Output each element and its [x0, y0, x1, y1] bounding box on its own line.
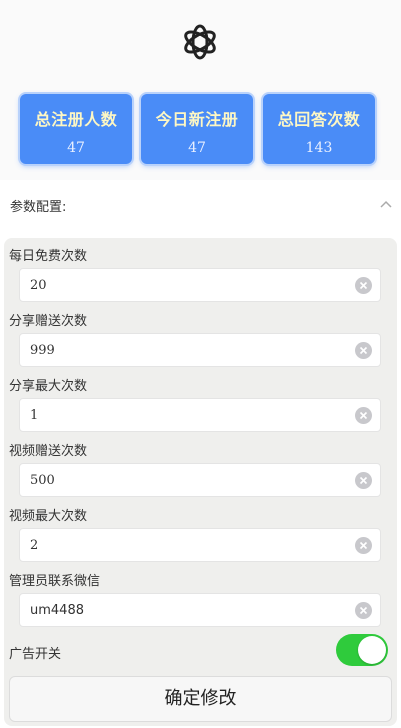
- clear-icon[interactable]: [355, 537, 372, 554]
- header-area: 总注册人数 47 今日新注册 47 总回答次数 143: [0, 0, 401, 180]
- ad-toggle-switch[interactable]: [336, 634, 388, 666]
- video-reward-count-input[interactable]: 500: [19, 463, 381, 497]
- field-label: 分享赠送次数: [9, 314, 88, 329]
- stat-title: 总注册人数: [34, 110, 118, 129]
- stat-card-total-answers: 总回答次数 143: [263, 94, 375, 164]
- stat-value: 47: [67, 140, 85, 156]
- clear-icon[interactable]: [355, 472, 372, 489]
- field-value[interactable]: um4488: [30, 603, 84, 618]
- stat-card-total-users: 总注册人数 47: [20, 94, 132, 164]
- field-label: 分享最大次数: [9, 379, 88, 394]
- video-max-count-input[interactable]: 2: [19, 528, 381, 562]
- field-label: 每日免费次数: [9, 249, 88, 264]
- field-value[interactable]: 20: [30, 278, 47, 293]
- stat-title: 总回答次数: [277, 110, 361, 129]
- share-reward-count-input[interactable]: 999: [19, 333, 381, 367]
- share-max-count-input[interactable]: 1: [19, 398, 381, 432]
- stat-value: 143: [305, 140, 333, 156]
- openai-logo-icon: [184, 24, 216, 60]
- clear-icon[interactable]: [355, 277, 372, 294]
- confirm-button[interactable]: 确定修改: [9, 676, 392, 722]
- clear-icon[interactable]: [355, 602, 372, 619]
- field-label: 视频赠送次数: [9, 444, 88, 459]
- stat-card-today-new: 今日新注册 47: [141, 94, 253, 164]
- stat-title: 今日新注册: [155, 110, 239, 129]
- field-value[interactable]: 999: [30, 343, 55, 358]
- field-value[interactable]: 1: [30, 408, 38, 423]
- section-title: 参数配置:: [10, 200, 67, 215]
- field-value[interactable]: 500: [30, 473, 55, 488]
- ad-toggle-label: 广告开关: [9, 647, 62, 662]
- config-section-header[interactable]: 参数配置:: [0, 180, 401, 230]
- clear-icon[interactable]: [355, 342, 372, 359]
- clear-icon[interactable]: [355, 407, 372, 424]
- daily-free-count-input[interactable]: 20: [19, 268, 381, 302]
- field-label: 管理员联系微信: [9, 574, 101, 589]
- admin-wechat-input[interactable]: um4488: [19, 593, 381, 627]
- chevron-up-icon[interactable]: [379, 198, 393, 212]
- field-value[interactable]: 2: [30, 538, 38, 553]
- stat-value: 47: [188, 140, 206, 156]
- field-label: 视频最大次数: [9, 509, 88, 524]
- toggle-knob[interactable]: [358, 636, 386, 664]
